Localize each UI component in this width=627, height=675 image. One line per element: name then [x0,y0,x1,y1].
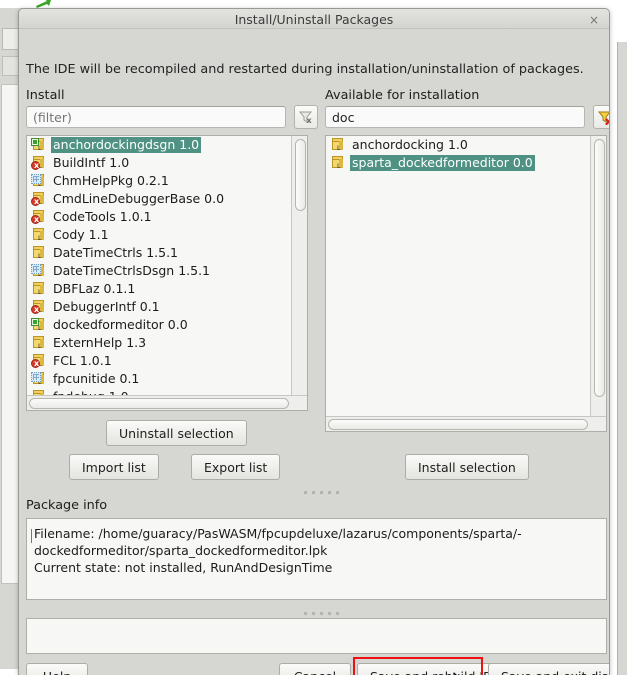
install-uninstall-packages-dialog: Install/Uninstall Packages × The IDE wil… [18,8,610,675]
package-plain-icon: L [330,137,347,153]
installed-list-horizontal-scrollbar[interactable] [27,395,307,410]
package-red-icon: L [31,191,48,207]
package-red-icon: L [31,353,48,369]
background-window-right [617,42,627,675]
list-item[interactable]: L DBFLaz 0.1.1 [27,280,291,298]
list-item-label: Cody 1.1 [53,227,109,242]
dialog-bottom-edge [19,28,609,32]
list-item[interactable]: Lanchordockingdsgn 1.0 [27,136,291,154]
list-item-label: DateTimeCtrls 1.5.1 [53,245,178,260]
list-item-label: CodeTools 1.0.1 [53,209,152,224]
list-item[interactable]: Lsparta_dockedformeditor 0.0 [326,154,590,172]
install-clear-filter-button[interactable]: x [294,105,318,129]
window-title: Install/Uninstall Packages [234,12,394,27]
list-item[interactable]: L DateTimeCtrls 1.5.1 [27,244,291,262]
available-clear-filter-button[interactable] [593,105,609,129]
available-packages-list[interactable]: Lanchordocking 1.0 Lsparta_dockedformedit… [325,135,607,432]
installed-packages-list-inner: Lanchordockingdsgn 1.0LBuildIntf 1.0LChm… [27,136,291,395]
list-item[interactable]: L Cody 1.1 [27,226,291,244]
package-info-text[interactable]: Filename: /home/guaracy/PasWASM/fpcupdel… [26,518,607,600]
help-button[interactable]: Help [26,663,88,675]
package-red-icon: L [31,209,48,225]
scroll-thumb[interactable] [295,139,306,211]
cancel-button[interactable]: Cancel [279,663,351,675]
available-list-horizontal-scrollbar[interactable] [326,416,606,431]
list-item-label: DateTimeCtrlsDsgn 1.5.1 [53,263,210,278]
list-item-label: BuildIntf 1.0 [53,155,130,170]
list-item-label: anchordocking 1.0 [352,137,468,152]
package-grid-icon: L [31,173,48,189]
package-info-line: Current state: not installed, RunAndDesi… [34,560,333,575]
install-section-label: Install [26,88,65,103]
list-item[interactable]: L CodeTools 1.0.1 [27,208,291,226]
package-green-icon: L [31,317,48,333]
package-grid-icon: L [31,371,48,387]
list-item[interactable]: Ldockedformeditor 0.0 [27,316,291,334]
package-red-icon: L [31,299,48,315]
list-item-label: fpcunitide 0.1 [53,371,140,386]
package-green-icon: L [31,137,48,153]
import-list-button[interactable]: Import list [69,454,159,480]
funnel-clear-icon [597,111,609,125]
uninstall-selection-button[interactable]: Uninstall selection [106,420,247,446]
package-info-line: Filename: /home/guaracy/PasWASM/fpcupdel… [34,526,522,541]
package-info-line: dockedformeditor/sparta_dockedformeditor… [34,543,328,558]
list-item[interactable]: L FCL 1.0.1 [27,352,291,370]
list-item-label: anchordockingdsgn 1.0 [51,137,202,153]
list-item-label: sparta_dockedformeditor 0.0 [350,155,535,171]
install-filter-input[interactable] [26,106,286,128]
installed-list-vertical-scrollbar[interactable] [291,136,307,395]
list-item-label: ChmHelpPkg 0.2.1 [53,173,169,188]
save-and-exit-dialog-button[interactable]: Save and exit dialog [488,663,609,675]
scroll-thumb[interactable] [29,398,289,409]
list-item[interactable]: L DateTimeCtrlsDsgn 1.5.1 [27,262,291,280]
list-item[interactable]: L ExternHelp 1.3 [27,334,291,352]
list-item-label: CmdLineDebuggerBase 0.0 [53,191,225,206]
package-plain-icon: L [31,281,48,297]
package-plain-icon: L [31,335,48,351]
list-item-label: dockedformeditor 0.0 [53,317,188,332]
package-grid-icon: L [31,263,48,279]
scroll-thumb[interactable] [594,139,605,397]
list-item[interactable]: L BuildIntf 1.0 [27,154,291,172]
splitter-handle-top[interactable] [304,489,339,495]
package-plain-icon: L [31,227,48,243]
close-icon[interactable]: × [587,13,601,27]
svg-text:x: x [307,116,313,125]
list-item-label: DBFLaz 0.1.1 [53,281,136,296]
list-item[interactable]: L CmdLineDebuggerBase 0.0 [27,190,291,208]
funnel-clear-icon: x [298,111,313,125]
list-item[interactable]: Lfpcunitide 0.1 [27,370,291,388]
splitter-handle-bottom[interactable] [304,610,339,616]
available-filter-input[interactable] [325,106,585,128]
install-selection-button[interactable]: Install selection [405,454,529,480]
package-plain-icon: L [330,155,347,171]
list-item-label: FCL 1.0.1 [53,353,112,368]
available-packages-list-inner: Lanchordocking 1.0 Lsparta_dockedformedit… [326,136,590,416]
available-section-label: Available for installation [325,88,480,103]
list-item-label: ExternHelp 1.3 [53,335,147,350]
list-item[interactable]: Lanchordocking 1.0 [326,136,590,154]
list-item[interactable]: Lfpdebug 1.0 [27,388,291,395]
list-item-label: DebuggerIntf 0.1 [53,299,160,314]
installed-packages-list[interactable]: Lanchordockingdsgn 1.0LBuildIntf 1.0LChm… [26,135,308,411]
text-caret [31,529,32,543]
list-item[interactable]: L ChmHelpPkg 0.2.1 [27,172,291,190]
export-list-button[interactable]: Export list [191,454,281,480]
background-window-top [0,0,627,8]
intro-text: The IDE will be recompiled and restarted… [26,62,584,77]
package-red-icon: L [31,155,48,171]
scroll-thumb[interactable] [328,419,588,430]
available-list-vertical-scrollbar[interactable] [590,136,606,416]
package-info-label: Package info [26,498,108,513]
bottom-memo-field[interactable] [26,618,607,654]
list-item[interactable]: L DebuggerIntf 0.1 [27,298,291,316]
package-plain-icon: L [31,245,48,261]
